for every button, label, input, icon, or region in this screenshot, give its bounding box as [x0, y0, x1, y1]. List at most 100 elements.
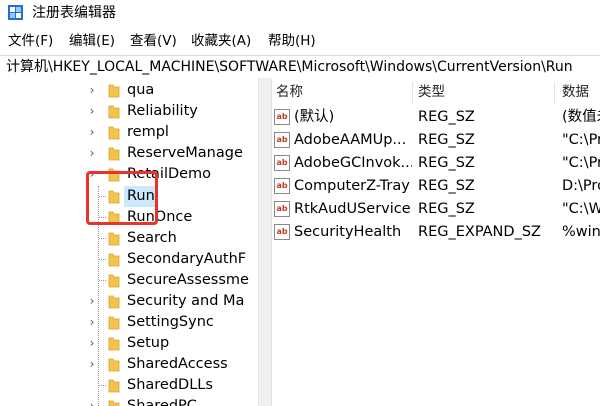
list-item[interactable]: ab AdobeGCInvok... REG_SZ "C:\Pr [272, 152, 600, 175]
value-type: REG_SZ [418, 178, 475, 194]
tree-item-label[interactable]: Setup [127, 333, 169, 354]
tree-item-label[interactable]: SettingSync [127, 312, 214, 333]
value-data: "C:\Pr [562, 155, 600, 171]
chevron-right-icon[interactable]: › [86, 295, 98, 307]
list-item[interactable]: ab SecurityHealth REG_EXPAND_SZ %win [272, 221, 600, 244]
folder-icon [108, 295, 120, 309]
tree-connector [99, 385, 106, 386]
value-name[interactable]: AdobeAAMUp... [294, 129, 412, 152]
folder-icon [108, 126, 120, 140]
list-item[interactable]: ab AdobeAAMUp... REG_SZ "C:\Pr [272, 129, 600, 152]
string-value-icon: ab [274, 155, 290, 171]
registry-editor-icon [8, 5, 23, 20]
folder-icon [108, 274, 120, 288]
key-tree[interactable]: › qua › Reliability › rempl › ReserveMan… [0, 78, 258, 406]
value-name[interactable]: RtkAudUService [294, 198, 412, 221]
chevron-right-icon[interactable]: › [86, 126, 98, 138]
address-bar[interactable]: 计算机\HKEY_LOCAL_MACHINE\SOFTWARE\Microsof… [0, 55, 600, 79]
value-data: "C:\Pr [562, 132, 600, 148]
menu-view[interactable]: 查看(V) [130, 32, 177, 50]
tree-item-label[interactable]: Reliability [127, 101, 198, 122]
value-name[interactable]: SecurityHealth [294, 221, 412, 244]
chevron-right-icon[interactable]: › [86, 400, 98, 406]
menu-bar: 文件(F) 编辑(E) 查看(V) 收藏夹(A) 帮助(H) [0, 30, 600, 52]
tree-connector [99, 238, 106, 239]
folder-icon [108, 84, 120, 98]
column-divider[interactable] [412, 82, 413, 104]
pane-splitter[interactable] [258, 78, 272, 406]
menu-file[interactable]: 文件(F) [8, 32, 53, 50]
column-header-type[interactable]: 类型 [418, 78, 445, 106]
address-path[interactable]: 计算机\HKEY_LOCAL_MACHINE\SOFTWARE\Microsof… [6, 58, 573, 76]
folder-icon [108, 400, 120, 406]
chevron-right-icon[interactable]: › [86, 358, 98, 370]
column-header-data[interactable]: 数据 [562, 78, 589, 106]
tree-item-label[interactable]: SharedDLLs [127, 375, 213, 396]
tree-item-label[interactable]: rempl [127, 122, 169, 143]
value-data: "C:\W [562, 201, 600, 217]
value-data: %win [562, 224, 600, 240]
tree-item[interactable]: › qua [0, 80, 258, 101]
folder-icon [108, 232, 120, 246]
tree-item-label[interactable]: ReserveManage [127, 143, 243, 164]
value-name[interactable]: (默认) [294, 106, 412, 129]
list-item[interactable]: ab ComputerZ-Tray REG_SZ D:\Pro [272, 175, 600, 198]
values-list[interactable]: 名称 类型 数据 ab (默认) REG_SZ (数值未 ab AdobeAAM… [272, 78, 600, 406]
menu-favorites[interactable]: 收藏夹(A) [191, 32, 251, 50]
chevron-right-icon[interactable]: › [86, 337, 98, 349]
value-name[interactable]: ComputerZ-Tray [294, 175, 412, 198]
folder-icon [108, 379, 120, 393]
window-title: 注册表编辑器 [32, 5, 116, 21]
tree-item-label[interactable]: Security and Ma [127, 291, 244, 312]
highlight-annotation-box [86, 171, 158, 225]
string-value-icon: ab [274, 109, 290, 125]
tree-item-label[interactable]: SecondaryAuthF [127, 249, 246, 270]
value-type: REG_SZ [418, 132, 475, 148]
tree-item[interactable]: SharedDLLs [0, 375, 258, 396]
value-type: REG_SZ [418, 201, 475, 217]
tree-item[interactable]: › SettingSync [0, 312, 258, 333]
tree-item-label[interactable]: SharedAccess [127, 354, 228, 375]
string-value-icon: ab [274, 224, 290, 240]
tree-item[interactable]: SecureAssessme [0, 270, 258, 291]
tree-item[interactable]: › rempl [0, 122, 258, 143]
tree-item[interactable]: SecondaryAuthF [0, 249, 258, 270]
value-type: REG_EXPAND_SZ [418, 224, 541, 240]
string-value-icon: ab [274, 132, 290, 148]
column-divider[interactable] [554, 82, 555, 104]
value-type: REG_SZ [418, 109, 475, 125]
tree-item[interactable]: › Security and Ma [0, 291, 258, 312]
chevron-right-icon[interactable]: › [86, 105, 98, 117]
tree-item-label[interactable]: qua [127, 80, 154, 101]
tree-item[interactable]: › SharedAccess [0, 354, 258, 375]
folder-icon [108, 358, 120, 372]
tree-item[interactable]: › Setup [0, 333, 258, 354]
column-header-name[interactable]: 名称 [276, 78, 303, 106]
value-data: D:\Pro [562, 178, 600, 194]
tree-item[interactable]: › SharedPC [0, 396, 258, 406]
tree-item[interactable]: Search [0, 228, 258, 249]
string-value-icon: ab [274, 201, 290, 217]
folder-icon [108, 253, 120, 267]
folder-icon [108, 147, 120, 161]
list-item[interactable]: ab (默认) REG_SZ (数值未 [272, 106, 600, 129]
tree-item[interactable]: › Reliability [0, 101, 258, 122]
value-type: REG_SZ [418, 155, 475, 171]
chevron-right-icon[interactable]: › [86, 147, 98, 159]
folder-icon [108, 105, 120, 119]
list-item[interactable]: ab RtkAudUService REG_SZ "C:\W [272, 198, 600, 221]
tree-item[interactable]: › ReserveManage [0, 143, 258, 164]
title-bar: 注册表编辑器 [0, 0, 600, 26]
value-name[interactable]: AdobeGCInvok... [294, 152, 412, 175]
value-data: (数值未 [562, 109, 600, 125]
menu-edit[interactable]: 编辑(E) [69, 32, 115, 50]
folder-icon [108, 337, 120, 351]
tree-item-label[interactable]: SharedPC [127, 396, 197, 406]
string-value-icon: ab [274, 178, 290, 194]
chevron-right-icon[interactable]: › [86, 316, 98, 328]
tree-item-label[interactable]: Search [127, 228, 177, 249]
menu-help[interactable]: 帮助(H) [268, 32, 316, 50]
chevron-right-icon[interactable]: › [86, 84, 98, 96]
tree-item-label[interactable]: SecureAssessme [127, 270, 249, 291]
tree-connector [99, 259, 106, 260]
